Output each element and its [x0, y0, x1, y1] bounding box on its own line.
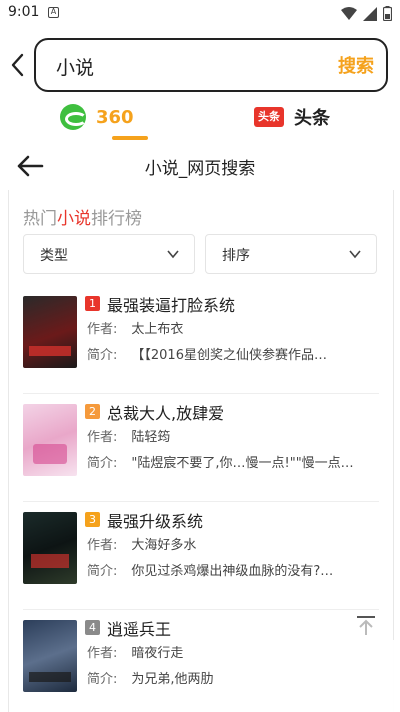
book-title: 总裁大人,放肆爱 — [107, 404, 225, 423]
book-author: 作者: 太上布衣 — [87, 322, 184, 337]
book-author: 作者: 暗夜行走 — [87, 646, 184, 661]
book-intro: 简介: 你见过杀鸡爆出神级血脉的没有?… — [87, 564, 334, 579]
360-logo-icon — [60, 104, 87, 130]
tab-360[interactable]: 360 — [60, 104, 148, 140]
status-bar: 9:01 A — [0, 0, 400, 28]
tab-toutiao[interactable]: 头条 头条 — [254, 104, 330, 130]
rank-badge: 4 — [85, 620, 100, 635]
heading-prefix: 热门 — [23, 209, 57, 229]
filter-sort-label: 排序 — [222, 248, 250, 264]
search-button[interactable]: 搜索 — [338, 52, 374, 78]
book-item[interactable]: 4 逍遥兵王 作者: 暗夜行走 简介: 为兄弟,他两肋 — [9, 610, 393, 712]
toutiao-logo-icon: 头条 — [254, 107, 284, 127]
book-item[interactable]: 1 最强装逼打脸系统 作者: 太上布衣 简介: 【【2016星创奖之仙侠参赛作品… — [9, 286, 393, 394]
page-title-bar: 小说_网页搜索 — [0, 146, 400, 186]
book-author: 作者: 大海好多水 — [87, 538, 197, 553]
battery-icon — [383, 6, 392, 21]
book-cover — [23, 512, 77, 584]
rank-badge: 2 — [85, 404, 100, 419]
status-time: 9:01 — [8, 4, 40, 20]
book-item[interactable]: 3 最强升级系统 作者: 大海好多水 简介: 你见过杀鸡爆出神级血脉的没有?… — [9, 502, 393, 610]
book-intro: 简介: "陆煜宸不要了,你…慢一点!""慢一点… — [87, 456, 354, 471]
wifi-icon — [341, 6, 357, 20]
book-title: 最强升级系统 — [107, 512, 204, 531]
chevron-down-icon — [167, 250, 179, 259]
heading-suffix: 排行榜 — [91, 209, 142, 229]
book-intro: 简介: 【【2016星创奖之仙侠参赛作品… — [87, 348, 327, 363]
filter-type-select[interactable]: 类型 — [23, 234, 195, 274]
search-box: 搜索 — [34, 38, 388, 92]
heading-highlight: 小说 — [57, 209, 91, 229]
tab-toutiao-label: 头条 — [294, 108, 330, 129]
ranking-heading: 热门小说排行榜 — [23, 204, 142, 229]
signal-icon — [363, 6, 377, 21]
search-input[interactable] — [54, 50, 318, 82]
filter-sort-select[interactable]: 排序 — [205, 234, 377, 274]
scroll-to-top-icon[interactable] — [354, 614, 378, 638]
chevron-down-icon — [349, 250, 361, 259]
page-title: 小说_网页搜索 — [144, 159, 256, 179]
book-title: 最强装逼打脸系统 — [107, 296, 236, 315]
book-cover — [23, 404, 77, 476]
book-intro: 简介: 为兄弟,他两肋 — [87, 672, 214, 687]
rank-badge: 1 — [85, 296, 100, 311]
status-icons — [341, 6, 392, 21]
ranking-panel: 热门小说排行榜 类型 排序 1 最强装逼打脸系统 作者: 太上布衣 简介: 【【20… — [8, 190, 394, 712]
book-cover — [23, 296, 77, 368]
active-tab-indicator — [112, 136, 148, 140]
back-chevron-icon[interactable] — [8, 52, 28, 78]
book-author: 作者: 陆轻筠 — [87, 430, 171, 445]
sim-icon: A — [48, 7, 59, 18]
rank-badge: 3 — [85, 512, 100, 527]
book-cover — [23, 620, 77, 692]
tab-360-label: 360 — [96, 106, 134, 128]
book-title: 逍遥兵王 — [107, 620, 172, 639]
filter-type-label: 类型 — [40, 248, 68, 264]
book-item[interactable]: 2 总裁大人,放肆爱 作者: 陆轻筠 简介: "陆煜宸不要了,你…慢一点!""慢一点… — [9, 394, 393, 502]
